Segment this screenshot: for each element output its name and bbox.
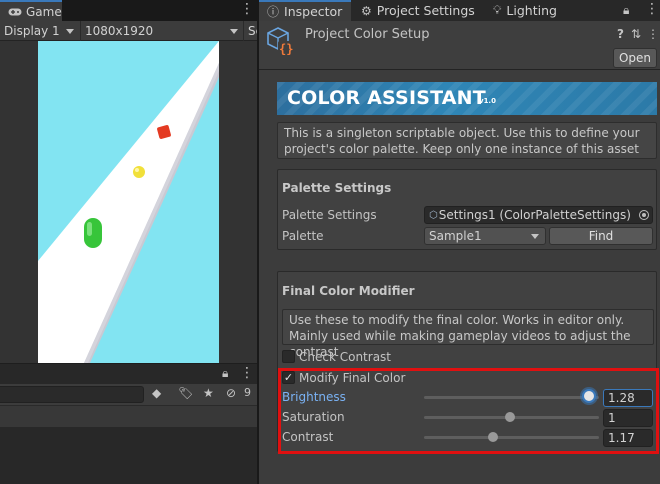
- tab-project-settings-label: Project Settings: [376, 3, 475, 18]
- lock-icon[interactable]: 🔒︎: [222, 366, 228, 381]
- label-icon[interactable]: 🏷︎: [178, 386, 193, 400]
- project-breadcrumb-bar: [0, 405, 257, 427]
- saturation-label: Saturation: [282, 410, 345, 424]
- saturation-value-field[interactable]: 1: [603, 409, 653, 427]
- lightbulb-icon: 💡︎: [493, 3, 502, 17]
- saturation-slider-thumb[interactable]: [504, 412, 515, 422]
- palette-dropdown-value: Sample1: [429, 229, 482, 243]
- scriptable-object-icon: {}: [267, 27, 293, 55]
- display-dropdown[interactable]: Display 1: [0, 21, 78, 41]
- palette-dropdown[interactable]: Sample1: [424, 227, 546, 245]
- resolution-dropdown-label: 1080x1920: [85, 24, 154, 38]
- svg-text:{}: {}: [279, 42, 293, 55]
- hidden-eye-icon[interactable]: ⊘: [226, 386, 236, 400]
- green-player: [84, 218, 102, 248]
- info-icon: ⓘ: [267, 5, 280, 19]
- help-icon[interactable]: ?: [617, 27, 624, 41]
- banner-title: COLOR ASSISTANT: [287, 87, 486, 109]
- hierarchy-tabbar: 🔒︎ ⋮: [0, 363, 257, 384]
- search-input[interactable]: [0, 386, 144, 403]
- checkmark-icon: ✓: [283, 371, 294, 384]
- palette-settings-value: Settings1 (ColorPaletteSettings): [438, 208, 631, 222]
- project-browser-area: [0, 427, 257, 484]
- scriptable-object-icon: ⬡: [429, 209, 438, 221]
- lock-icon[interactable]: 🔒︎: [623, 3, 629, 18]
- inspector-menu-icon[interactable]: ⋮: [645, 1, 659, 17]
- inspector-panel: ⓘ Inspector ⚙ Project Settings 💡︎ Lighti…: [259, 0, 660, 484]
- display-dropdown-label: Display 1: [4, 24, 60, 38]
- resolution-dropdown[interactable]: 1080x1920: [80, 21, 242, 41]
- open-button[interactable]: Open: [613, 48, 657, 68]
- asset-title: Project Color Setup: [305, 27, 430, 42]
- description-box: This is a singleton scriptable object. U…: [277, 122, 657, 159]
- scale-dropdown[interactable]: Se: [243, 21, 257, 41]
- brightness-slider[interactable]: [424, 396, 599, 399]
- component-menu-icon[interactable]: ⋮: [647, 27, 659, 41]
- palette-settings-label: Palette Settings: [282, 208, 377, 222]
- star-icon[interactable]: ★: [203, 386, 214, 400]
- yellow-coin: [133, 166, 145, 178]
- final-color-help-box: Use these to modify the final color. Wor…: [282, 309, 654, 359]
- palette-settings-object-field[interactable]: ⬡ Settings1 (ColorPaletteSettings): [424, 206, 653, 224]
- find-button[interactable]: Find: [549, 227, 653, 245]
- brightness-value-field[interactable]: 1.28: [603, 389, 653, 407]
- tab-inspector[interactable]: ⓘ Inspector: [259, 0, 351, 21]
- palette-settings-title: Palette Settings: [282, 181, 392, 195]
- object-picker-icon[interactable]: [639, 210, 649, 220]
- final-color-modifier-title: Final Color Modifier: [282, 284, 415, 298]
- hidden-count: 9: [244, 386, 251, 399]
- banner-version: v1.0: [479, 97, 496, 105]
- modify-final-color-label: Modify Final Color: [299, 371, 406, 385]
- brightness-slider-thumb[interactable]: [581, 389, 596, 403]
- chevron-down-icon: [66, 29, 74, 34]
- gamepad-icon: [8, 8, 22, 15]
- modify-final-color-checkbox[interactable]: ✓: [282, 371, 295, 384]
- game-viewport: [0, 41, 257, 363]
- game-view[interactable]: [38, 41, 219, 363]
- check-contrast-label: Check Contrast: [299, 350, 392, 364]
- inspector-tabbar: ⓘ Inspector ⚙ Project Settings 💡︎ Lighti…: [259, 0, 660, 21]
- palette-label: Palette: [282, 229, 324, 243]
- chevron-down-icon: [531, 234, 539, 239]
- contrast-value-field[interactable]: 1.17: [603, 429, 653, 447]
- presets-icon[interactable]: ⇅: [631, 27, 641, 41]
- tab-lighting-label: Lighting: [506, 3, 557, 18]
- gear-icon: ⚙: [361, 3, 372, 18]
- game-scene: [38, 41, 219, 363]
- tab-project-settings[interactable]: ⚙ Project Settings: [353, 0, 483, 21]
- project-toolbar: ◆ 🏷︎ ★ ⊘ 9: [0, 384, 257, 405]
- panel-menu-icon[interactable]: ⋮: [240, 365, 254, 381]
- brightness-label: Brightness: [282, 390, 346, 404]
- color-assistant-banner: COLOR ASSISTANT v1.0: [277, 82, 657, 115]
- chevron-down-icon: [230, 29, 238, 34]
- game-panel: Game ⋮ Display 1 1080x1920 Se: [0, 0, 257, 484]
- tab-inspector-label: Inspector: [284, 4, 343, 19]
- tab-game[interactable]: Game: [0, 0, 62, 21]
- game-menu-icon[interactable]: ⋮: [240, 1, 254, 17]
- contrast-slider[interactable]: [424, 436, 599, 439]
- filter-type-icon[interactable]: ◆: [152, 386, 161, 400]
- game-toolbar: Display 1 1080x1920 Se: [0, 21, 257, 41]
- check-contrast-checkbox[interactable]: [282, 350, 295, 363]
- tab-game-label: Game: [26, 4, 62, 19]
- inspector-header: {} Project Color Setup ? ⇅ ⋮ Open: [259, 21, 660, 70]
- scale-dropdown-label: Se: [248, 24, 257, 38]
- game-tabbar: Game ⋮: [0, 0, 257, 21]
- tab-lighting[interactable]: 💡︎ Lighting: [485, 0, 565, 21]
- contrast-label: Contrast: [282, 430, 334, 444]
